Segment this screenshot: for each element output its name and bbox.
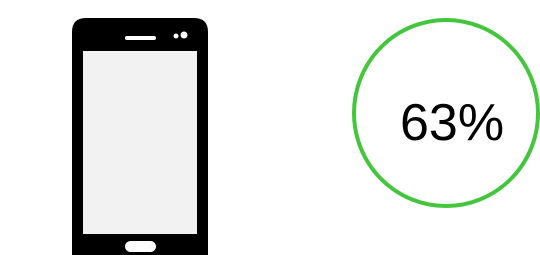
phone-earpiece bbox=[125, 36, 156, 40]
phone-screen bbox=[83, 51, 197, 234]
phone-sensor-dot bbox=[173, 33, 179, 39]
smartphone-icon bbox=[72, 18, 208, 255]
phone-home-button bbox=[125, 241, 156, 252]
phone-camera-dot bbox=[180, 31, 188, 39]
percentage-value: 63% bbox=[400, 94, 505, 152]
